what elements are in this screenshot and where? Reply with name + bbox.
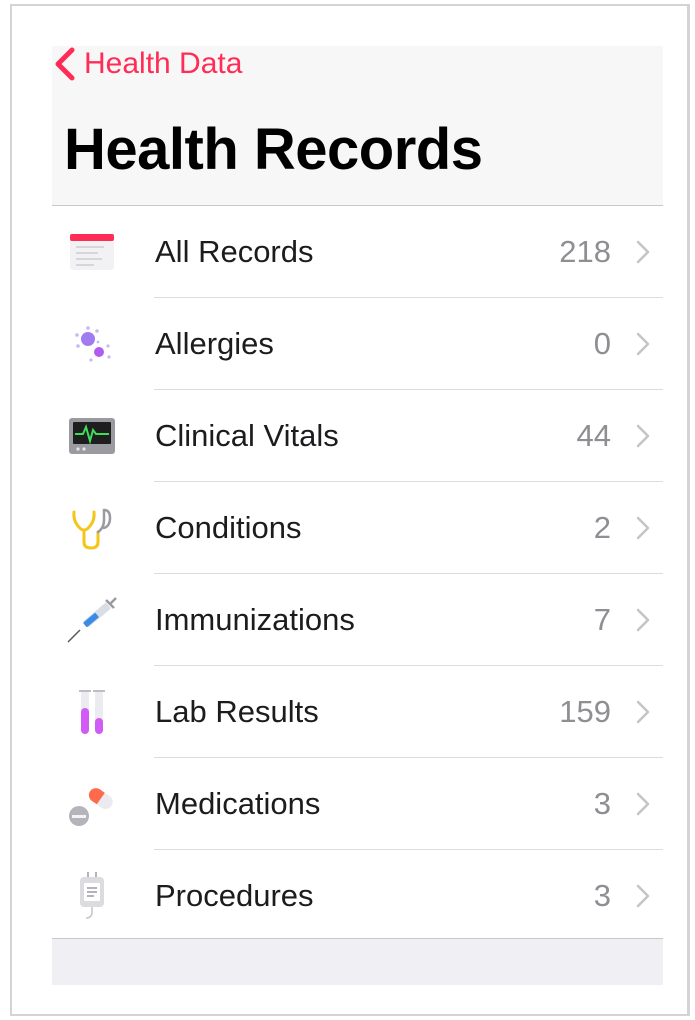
row-procedures[interactable]: Procedures 3	[52, 850, 663, 942]
row-count: 3	[593, 878, 611, 913]
row-count: 159	[559, 694, 611, 729]
records-list-icon	[70, 234, 114, 270]
row-label: Medications	[155, 786, 321, 821]
records-category-list: All Records 218 Allergies 0 Clinical Vit…	[52, 206, 663, 942]
chevron-left-icon	[55, 47, 75, 81]
row-label: Procedures	[155, 878, 314, 913]
pills-icon	[69, 788, 113, 826]
row-conditions[interactable]: Conditions 2	[52, 482, 663, 574]
chevron-right-icon	[636, 792, 650, 816]
row-label: All Records	[155, 234, 314, 269]
vitals-monitor-icon	[69, 418, 115, 454]
stethoscope-icon	[72, 508, 112, 550]
row-allergies[interactable]: Allergies 0	[52, 298, 663, 390]
row-label: Conditions	[155, 510, 302, 545]
back-button[interactable]: Health Data	[52, 46, 242, 82]
row-label: Clinical Vitals	[155, 418, 339, 453]
list-footer	[52, 938, 663, 985]
page-title: Health Records	[64, 117, 483, 182]
allergen-icon	[75, 326, 111, 362]
row-medications[interactable]: Medications 3	[52, 758, 663, 850]
chevron-right-icon	[636, 608, 650, 632]
row-count: 2	[593, 510, 611, 545]
row-clinical-vitals[interactable]: Clinical Vitals 44	[52, 390, 663, 482]
row-count: 218	[559, 234, 611, 269]
iv-bag-icon	[80, 872, 104, 919]
row-all-records[interactable]: All Records 218	[52, 206, 663, 298]
row-count: 3	[593, 786, 611, 821]
navigation-header: Health Data Health Records	[52, 46, 663, 206]
syringe-icon	[67, 597, 117, 643]
row-count: 44	[576, 418, 611, 453]
row-lab-results[interactable]: Lab Results 159	[52, 666, 663, 758]
chevron-right-icon	[636, 332, 650, 356]
back-button-label: Health Data	[84, 47, 243, 80]
row-count: 7	[593, 602, 611, 637]
chevron-right-icon	[636, 516, 650, 540]
row-count: 0	[593, 326, 611, 361]
chevron-right-icon	[636, 240, 650, 264]
row-immunizations[interactable]: Immunizations 7	[52, 574, 663, 666]
row-label: Immunizations	[155, 602, 355, 637]
row-label: Allergies	[155, 326, 274, 361]
chevron-right-icon	[636, 424, 650, 448]
row-label: Lab Results	[155, 694, 319, 729]
chevron-right-icon	[636, 884, 650, 908]
test-tubes-icon	[79, 690, 105, 734]
chevron-right-icon	[636, 700, 650, 724]
